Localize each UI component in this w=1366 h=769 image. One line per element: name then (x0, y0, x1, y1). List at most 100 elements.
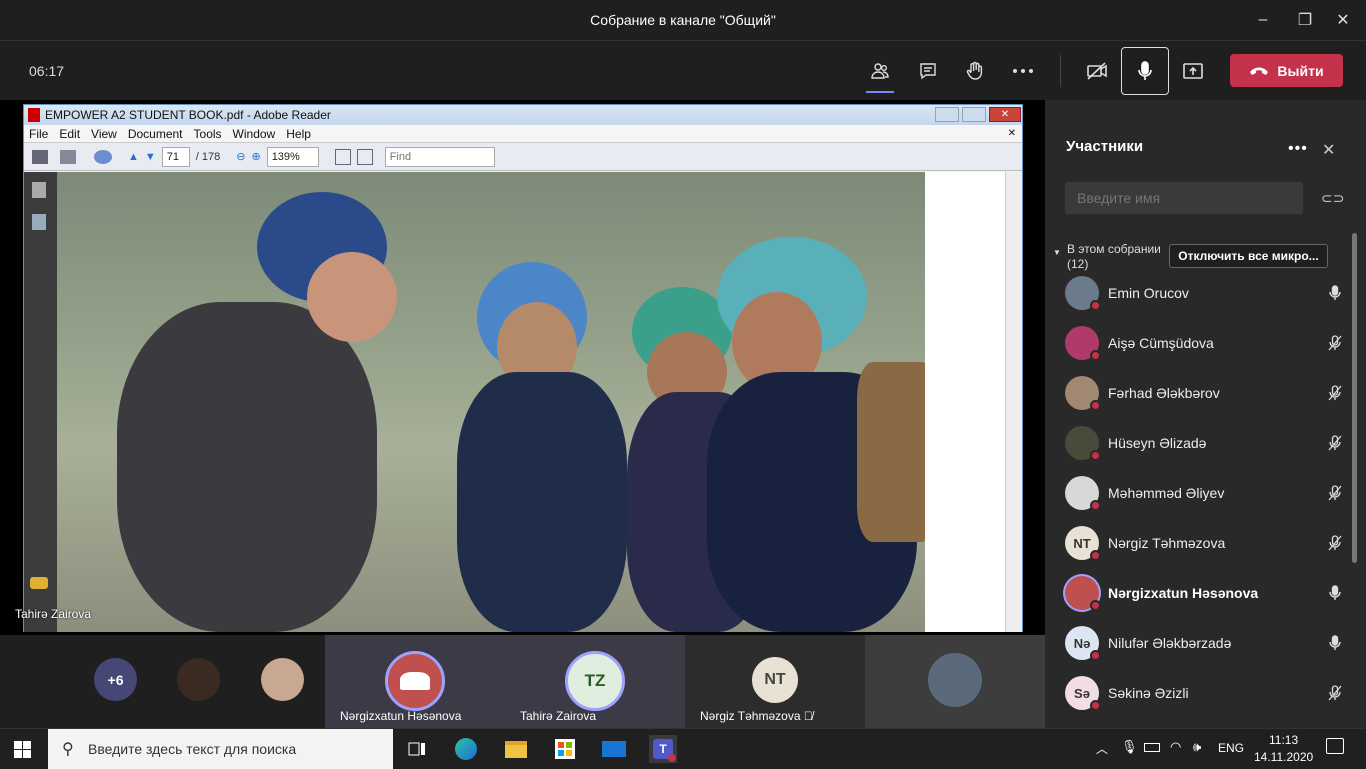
participant-row[interactable]: Hüseyn Əlizadə (1065, 423, 1345, 463)
reader-minimize-button[interactable] (935, 107, 959, 122)
attachments-panel-icon[interactable] (32, 214, 46, 230)
pages-panel-icon[interactable] (32, 182, 46, 198)
share-screen-button[interactable] (1175, 55, 1211, 87)
menu-window[interactable]: Window (233, 127, 276, 141)
avatar[interactable] (261, 658, 304, 701)
menu-view[interactable]: View (91, 127, 117, 141)
participant-row[interactable]: Fərhad Ələkbərov (1065, 373, 1345, 413)
avatar (1065, 376, 1101, 411)
mic-toggle-button[interactable] (1121, 47, 1169, 95)
mic-off-icon[interactable] (1325, 535, 1345, 551)
reader-vertical-scrollbar[interactable] (1005, 172, 1022, 632)
participants-button[interactable] (862, 55, 898, 93)
taskbar-clock[interactable]: 11:13 14.11.2020 (1254, 732, 1313, 766)
people-icon (871, 63, 889, 79)
participant-name: Səkinə Əzizli (1108, 685, 1189, 701)
video-tile[interactable]: TZ Tahirə Zairova (505, 635, 685, 728)
teams-icon[interactable]: T (649, 735, 677, 763)
avatar: Sə (1065, 676, 1101, 711)
page-number-input[interactable]: 71 (161, 146, 190, 167)
panel-close-icon[interactable]: ✕ (1322, 140, 1335, 160)
menu-tools[interactable]: Tools (194, 127, 222, 141)
email-icon[interactable] (60, 149, 76, 164)
overflow-count-badge[interactable]: +6 (94, 658, 137, 701)
close-button[interactable]: ✕ (1320, 0, 1366, 40)
tray-microphone-icon[interactable]: 🎙 (1121, 739, 1138, 755)
section-header[interactable]: ▼ В этом собрании (12) (1053, 242, 1161, 272)
camera-toggle-button[interactable] (1079, 55, 1115, 87)
share-invite-link-icon[interactable]: ⊂⊃ (1321, 190, 1344, 207)
taskbar-search-box[interactable]: ⚲ Введите здесь текст для поиска (48, 729, 393, 769)
participants-panel: Участники ••• ✕ ⊂⊃ ▼ В этом собрании (12… (1045, 100, 1366, 728)
menu-help[interactable]: Help (286, 127, 311, 141)
participant-name: Aişə Cümşüdova (1108, 335, 1214, 351)
reader-maximize-button[interactable] (962, 107, 986, 122)
camera-off-icon (1087, 62, 1107, 80)
reader-close-button[interactable]: ✕ (989, 107, 1021, 122)
participant-row[interactable]: Aişə Cümşüdova (1065, 323, 1345, 363)
mute-all-button[interactable]: Отключить все микро... (1169, 244, 1328, 268)
panel-scrollbar[interactable] (1352, 233, 1357, 563)
mic-off-icon: 🎙̸ (803, 709, 813, 723)
zoom-select[interactable]: 139% (266, 146, 319, 167)
panel-more-icon[interactable]: ••• (1288, 140, 1308, 158)
fit-width-icon[interactable] (356, 148, 373, 165)
microphone-icon[interactable] (1325, 585, 1345, 601)
microphone-icon[interactable] (1325, 285, 1345, 301)
menu-file[interactable]: File (29, 127, 48, 141)
zoom-in-icon[interactable]: ⊕ (251, 150, 260, 163)
avatar (1065, 276, 1101, 311)
leave-button[interactable]: Выйти (1230, 54, 1343, 87)
zoom-out-icon[interactable]: ⊖ (236, 150, 245, 163)
menu-document[interactable]: Document (128, 127, 183, 141)
file-explorer-icon[interactable] (502, 735, 530, 763)
leave-label: Выйти (1277, 62, 1324, 79)
fit-page-icon[interactable] (334, 148, 351, 165)
self-video-tile[interactable] (865, 635, 1045, 728)
search-icon: ⚲ (62, 741, 74, 758)
participant-row[interactable]: Sə Səkinə Əzizli (1065, 673, 1345, 713)
print-icon[interactable] (32, 149, 48, 164)
previous-page-icon[interactable]: ▲ (128, 151, 139, 163)
participant-row[interactable]: NT Nərgiz Təhməzova (1065, 523, 1345, 563)
avatar[interactable] (177, 658, 220, 701)
microphone-icon[interactable] (1325, 635, 1345, 651)
document-close-icon[interactable]: ✕ (1008, 128, 1016, 139)
chat-button[interactable] (910, 55, 946, 87)
notification-icon[interactable] (1326, 738, 1344, 754)
edge-icon[interactable] (452, 735, 480, 763)
more-actions-button[interactable] (1005, 55, 1041, 87)
section-label: В этом собрании (1067, 242, 1161, 256)
mic-off-icon[interactable] (1325, 385, 1345, 401)
volume-icon[interactable]: 🕪 (1193, 739, 1201, 755)
store-icon[interactable] (551, 735, 579, 763)
tray-chevron-icon[interactable]: ︿ (1096, 740, 1108, 757)
participant-row[interactable]: Məhəmməd Əliyev (1065, 473, 1345, 513)
presence-status-icon (1090, 600, 1101, 611)
mic-off-icon[interactable] (1325, 435, 1345, 451)
input-language[interactable]: ENG (1218, 741, 1244, 755)
collaborate-icon[interactable] (94, 149, 112, 164)
find-input[interactable] (384, 146, 495, 167)
pdf-file-icon (28, 108, 40, 122)
menu-edit[interactable]: Edit (59, 127, 80, 141)
participant-search-input[interactable] (1065, 182, 1303, 214)
raise-hand-button[interactable] (957, 55, 993, 87)
participant-row[interactable]: Nə Nilufər Ələkbərzadə (1065, 623, 1345, 663)
mic-off-icon[interactable] (1325, 685, 1345, 701)
minimize-button[interactable]: – (1240, 0, 1286, 40)
mic-off-icon[interactable] (1325, 485, 1345, 501)
mic-off-icon[interactable] (1325, 335, 1345, 351)
battery-icon[interactable] (1144, 743, 1160, 752)
start-button[interactable] (14, 741, 31, 758)
network-icon[interactable]: ◠ (1170, 739, 1181, 755)
mail-icon[interactable] (600, 735, 628, 763)
video-tile[interactable]: NT Nərgiz Təhməzova 🎙̸ (685, 635, 865, 728)
next-page-icon[interactable]: ▼ (145, 151, 156, 163)
task-view-icon[interactable] (403, 735, 431, 763)
comments-panel-icon[interactable] (30, 577, 48, 589)
photo-image (57, 172, 925, 632)
participant-row[interactable]: Emin Orucov (1065, 273, 1345, 313)
participant-row[interactable]: Nərgizxatun Həsənova (1065, 573, 1345, 613)
video-tile[interactable]: Nərgizxatun Həsənova (325, 635, 505, 728)
